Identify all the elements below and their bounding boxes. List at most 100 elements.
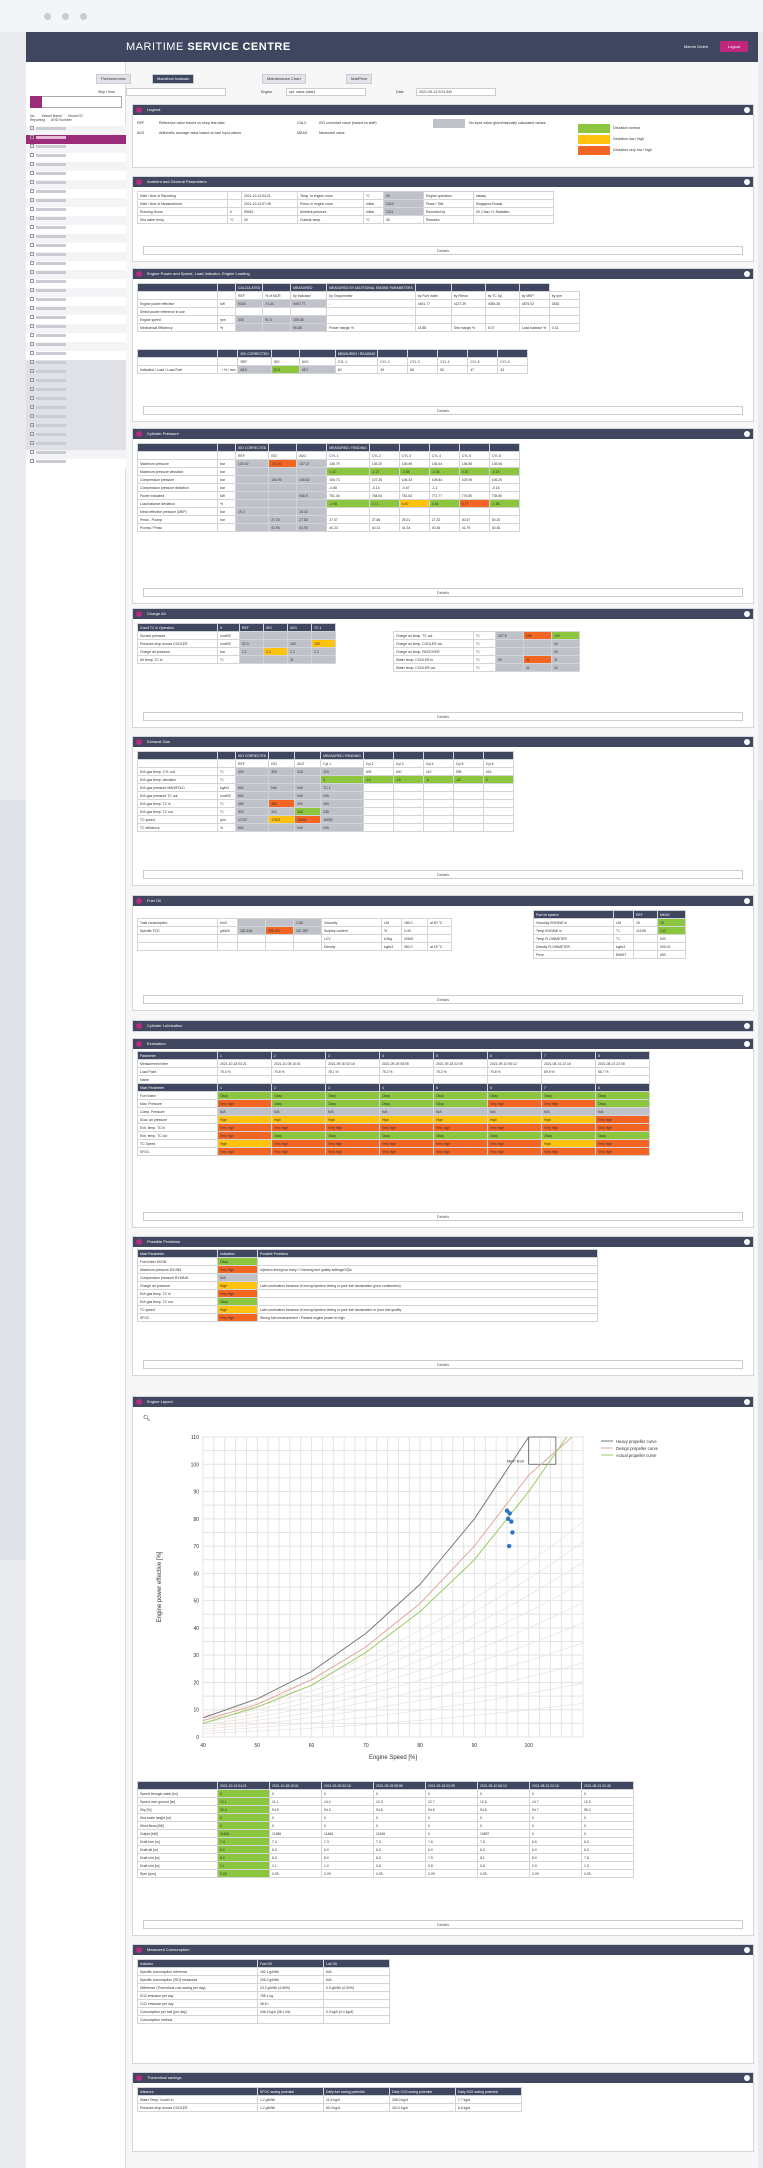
window-minimize-dot[interactable] xyxy=(62,13,69,20)
checkbox[interactable] xyxy=(30,450,34,455)
window-maximize-dot[interactable] xyxy=(80,13,87,20)
logout-button[interactable]: Logout xyxy=(720,41,748,52)
date-select[interactable]: 2021-09-13 9:01 AM xyxy=(416,88,496,96)
collapse-icon[interactable] xyxy=(744,431,750,437)
vessel-list-item[interactable] xyxy=(26,423,126,432)
details-button[interactable]: Details xyxy=(143,406,743,415)
checkbox[interactable] xyxy=(30,279,34,284)
vessel-list-item[interactable] xyxy=(26,432,126,441)
details-button[interactable]: Details xyxy=(143,1920,743,1929)
checkbox[interactable] xyxy=(30,180,34,185)
vessel-list-item[interactable] xyxy=(26,441,126,450)
checkbox[interactable] xyxy=(30,207,34,212)
collapse-icon[interactable] xyxy=(744,611,750,617)
collapse-icon[interactable] xyxy=(744,1947,750,1953)
vessel-list-item[interactable] xyxy=(26,216,126,225)
details-button[interactable]: Details xyxy=(143,1212,743,1221)
checkbox[interactable] xyxy=(30,315,34,320)
checkbox[interactable] xyxy=(30,306,34,311)
vessel-list-item[interactable] xyxy=(26,207,126,216)
checkbox[interactable] xyxy=(30,324,34,329)
checkbox[interactable] xyxy=(30,189,34,194)
checkbox[interactable] xyxy=(30,198,34,203)
vessel-list-item[interactable] xyxy=(26,297,126,306)
checkbox[interactable] xyxy=(30,171,34,176)
window-close-dot[interactable] xyxy=(44,13,51,20)
vessel-list-item[interactable] xyxy=(26,234,126,243)
checkbox[interactable] xyxy=(30,216,34,221)
search-icon[interactable] xyxy=(30,96,42,108)
tab-1[interactable]: Maruthon Inabuan xyxy=(152,74,195,84)
checkbox[interactable] xyxy=(30,414,34,419)
tab-3[interactable]: MailPrice xyxy=(346,74,373,84)
details-button[interactable]: Details xyxy=(143,246,743,255)
collapse-icon[interactable] xyxy=(744,898,750,904)
collapse-icon[interactable] xyxy=(744,271,750,277)
checkbox[interactable] xyxy=(30,126,34,131)
vessel-list-item[interactable] xyxy=(26,162,126,171)
checkbox[interactable] xyxy=(30,252,34,257)
vessel-list-item[interactable] xyxy=(26,333,126,342)
vessel-list-item[interactable] xyxy=(26,351,126,360)
vessel-list-item[interactable] xyxy=(26,252,126,261)
checkbox[interactable] xyxy=(30,405,34,410)
user-name[interactable]: Marvin Gmbh xyxy=(684,44,708,49)
checkbox[interactable] xyxy=(30,135,34,140)
vessel-list-item[interactable] xyxy=(26,369,126,378)
vessel-list-item[interactable] xyxy=(26,270,126,279)
checkbox[interactable] xyxy=(30,234,34,239)
collapse-icon[interactable] xyxy=(744,739,750,745)
checkbox[interactable] xyxy=(30,144,34,149)
checkbox[interactable] xyxy=(30,396,34,401)
checkbox[interactable] xyxy=(30,360,34,365)
vessel-list-item[interactable] xyxy=(26,135,126,144)
vessel-list-item[interactable] xyxy=(26,198,126,207)
details-button[interactable]: Details xyxy=(143,870,743,879)
checkbox[interactable] xyxy=(30,162,34,167)
vessel-list-item[interactable] xyxy=(26,144,126,153)
vessel-list-item[interactable] xyxy=(26,279,126,288)
checkbox[interactable] xyxy=(30,243,34,248)
checkbox[interactable] xyxy=(30,387,34,392)
vessel-list-item[interactable] xyxy=(26,342,126,351)
checkbox[interactable] xyxy=(30,378,34,383)
vessel-list-item[interactable] xyxy=(26,288,126,297)
vessel-list-item[interactable] xyxy=(26,459,126,468)
collapse-icon[interactable] xyxy=(744,2075,750,2081)
vessel-list-item[interactable] xyxy=(26,378,126,387)
collapse-icon[interactable] xyxy=(744,1023,750,1029)
vessel-list-item[interactable] xyxy=(26,153,126,162)
vessel-list-item[interactable] xyxy=(26,126,126,135)
details-button[interactable]: Details xyxy=(143,1360,743,1369)
checkbox[interactable] xyxy=(30,342,34,347)
details-button[interactable]: Details xyxy=(143,588,743,597)
vessel-list-item[interactable] xyxy=(26,180,126,189)
vessel-list-item[interactable] xyxy=(26,396,126,405)
vessel-list-item[interactable] xyxy=(26,324,126,333)
zoom-icon[interactable]: 🔍︎ xyxy=(143,1415,151,1422)
collapse-icon[interactable] xyxy=(744,179,750,185)
checkbox[interactable] xyxy=(30,153,34,158)
vessel-list-item[interactable] xyxy=(26,261,126,270)
vessel-list-item[interactable] xyxy=(26,243,126,252)
checkbox[interactable] xyxy=(30,297,34,302)
vessel-list-item[interactable] xyxy=(26,414,126,423)
vessel-list-item[interactable] xyxy=(26,450,126,459)
checkbox[interactable] xyxy=(30,225,34,230)
checkbox[interactable] xyxy=(30,459,34,464)
vessel-list-item[interactable] xyxy=(26,306,126,315)
vessel-list-item[interactable] xyxy=(26,387,126,396)
checkbox[interactable] xyxy=(30,351,34,356)
collapse-icon[interactable] xyxy=(744,1239,750,1245)
details-button[interactable]: Details xyxy=(143,995,743,1004)
vessel-list-item[interactable] xyxy=(26,225,126,234)
checkbox[interactable] xyxy=(30,369,34,374)
engine-select[interactable]: opt. value (date) xyxy=(286,88,366,96)
details-button[interactable]: Details xyxy=(143,712,743,721)
collapse-icon[interactable] xyxy=(744,1041,750,1047)
vessel-list-item[interactable] xyxy=(26,171,126,180)
checkbox[interactable] xyxy=(30,441,34,446)
collapse-icon[interactable] xyxy=(744,1399,750,1405)
checkbox[interactable] xyxy=(30,270,34,275)
checkbox[interactable] xyxy=(30,432,34,437)
